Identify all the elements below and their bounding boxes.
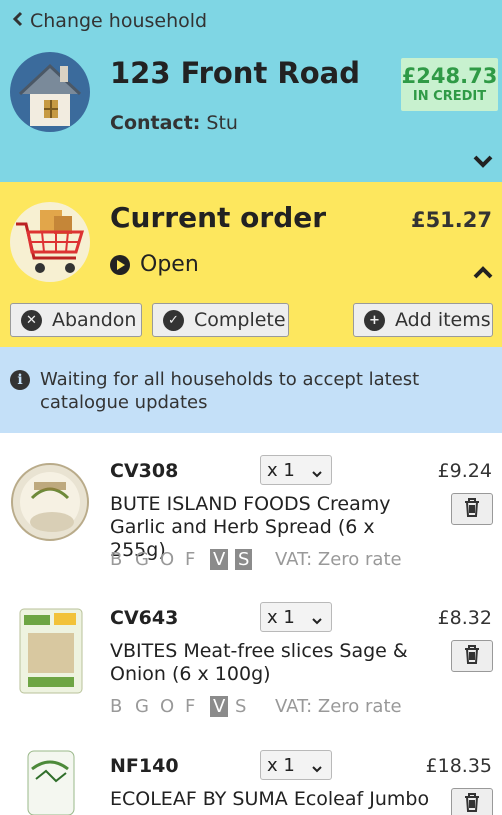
tag-s-label: S: [235, 549, 253, 570]
chevron-left-icon: [12, 11, 24, 32]
trash-icon: [463, 792, 481, 815]
tag-s: S: [235, 549, 260, 570]
quantity-select[interactable]: x 1: [260, 750, 332, 780]
abandon-button[interactable]: ✕ Abandon: [10, 303, 142, 337]
vat-label: VAT: Zero rate: [275, 549, 402, 570]
item-code: CV643: [110, 607, 179, 629]
info-circle-icon: i: [10, 370, 30, 390]
play-circle-icon: [110, 254, 130, 275]
tag-b: B: [110, 549, 123, 570]
chevron-down-icon: [311, 464, 323, 478]
vat-label: VAT: Zero rate: [275, 696, 402, 717]
tag-f: F: [185, 696, 196, 717]
household-address: 123 Front Road: [110, 56, 360, 90]
times-circle-icon: ✕: [21, 309, 42, 331]
order-status: Open: [110, 252, 199, 277]
product-image: [10, 460, 90, 550]
contact-name: Stu: [206, 112, 238, 134]
dietary-tags: B G O F V S VAT: Zero rate: [110, 696, 402, 717]
trash-icon: [463, 497, 481, 521]
tag-v-label: V: [210, 696, 229, 717]
change-household-label: Change household: [30, 10, 208, 32]
current-order-panel: Current order £51.27 Open ✕ Abandon ✓ Co…: [0, 182, 502, 347]
tag-v: V: [210, 549, 235, 570]
household-panel: Change household 123 Front Road Contact:…: [0, 0, 502, 182]
check-circle-icon: ✓: [163, 309, 184, 331]
tag-g: G: [135, 549, 149, 570]
item-description: ECOLEAF BY SUMA Ecoleaf Jumbo: [110, 788, 430, 810]
chevron-down-icon[interactable]: [472, 150, 494, 172]
quantity-value: x 1: [267, 754, 295, 776]
quantity-select[interactable]: x 1: [260, 455, 332, 485]
order-title: Current order: [110, 201, 327, 234]
chevron-down-icon: [311, 611, 323, 625]
change-household-link[interactable]: Change household: [12, 10, 207, 32]
tag-v: V: [210, 696, 235, 717]
trash-icon: [463, 644, 481, 668]
plus-circle-icon: +: [364, 309, 385, 331]
info-banner: i Waiting for all households to accept l…: [0, 347, 502, 433]
product-image: [10, 607, 90, 697]
dietary-tags: B G O F V S VAT: Zero rate: [110, 549, 402, 570]
credit-badge: £248.73 IN CREDIT: [401, 58, 498, 111]
quantity-value: x 1: [267, 606, 295, 628]
contact-label: Contact:: [110, 112, 201, 134]
tag-s: S: [235, 696, 247, 717]
delete-item-button[interactable]: [451, 493, 493, 525]
tag-f: F: [185, 549, 196, 570]
shopping-cart-icon: [10, 202, 90, 282]
tag-b: B: [110, 696, 123, 717]
household-contact: Contact: Stu: [110, 112, 238, 134]
item-price: £8.32: [437, 607, 492, 629]
tag-o: O: [160, 549, 175, 570]
chevron-down-icon: [311, 759, 323, 773]
order-total: £51.27: [410, 208, 492, 232]
banner-text: Waiting for all households to accept lat…: [40, 369, 420, 413]
credit-label: IN CREDIT: [412, 89, 487, 104]
chevron-up-icon[interactable]: [472, 262, 494, 284]
delete-item-button[interactable]: [451, 788, 493, 815]
item-code: NF140: [110, 755, 179, 777]
tag-v-label: V: [210, 549, 229, 570]
item-code: CV308: [110, 460, 179, 482]
item-description: VBITES Meat-free slices Sage & Onion (6 …: [110, 640, 408, 685]
product-image: [10, 749, 90, 815]
order-status-label: Open: [140, 252, 199, 277]
quantity-select[interactable]: x 1: [260, 602, 332, 632]
complete-label: Complete: [194, 309, 286, 331]
quantity-value: x 1: [267, 459, 295, 481]
item-price: £9.24: [437, 460, 492, 482]
abandon-label: Abandon: [52, 309, 137, 331]
add-items-label: Add items: [395, 309, 491, 331]
credit-amount: £248.73: [401, 64, 498, 88]
add-items-button[interactable]: + Add items: [353, 303, 493, 337]
delete-item-button[interactable]: [451, 640, 493, 672]
complete-button[interactable]: ✓ Complete: [152, 303, 289, 337]
tag-g: G: [135, 696, 149, 717]
item-price: £18.35: [425, 755, 492, 777]
house-icon: [10, 52, 90, 132]
tag-o: O: [160, 696, 175, 717]
